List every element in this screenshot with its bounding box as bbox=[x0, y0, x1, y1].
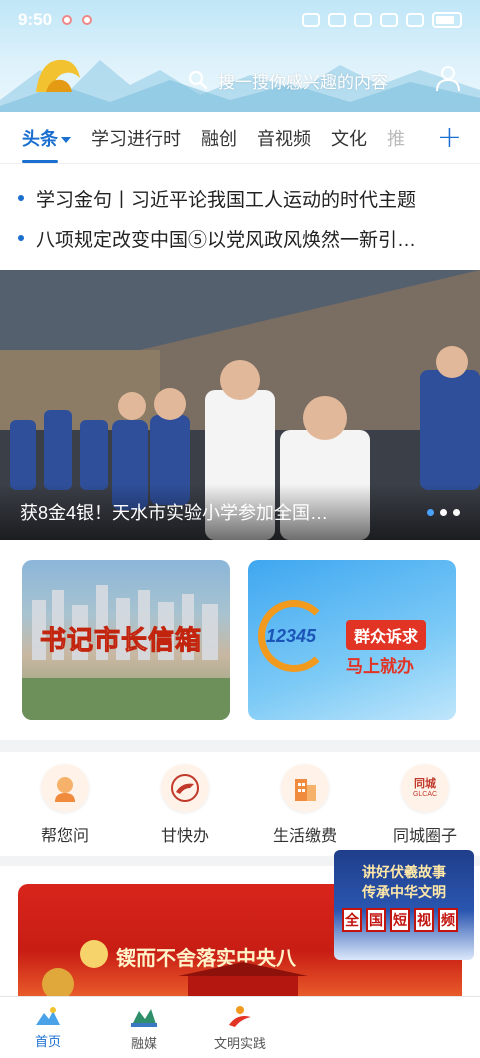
nav-label: 融媒 bbox=[130, 1036, 157, 1051]
tab-label: 头条 bbox=[22, 128, 58, 149]
bullet-icon bbox=[18, 195, 24, 201]
status-bar: 9:50 bbox=[0, 0, 480, 40]
banner-caption: 获8金4银！天水市实验小学参加全国… bbox=[20, 503, 329, 523]
city-circle-badge: 同城 bbox=[414, 777, 436, 790]
nav-label: 文明实践 bbox=[213, 1036, 266, 1051]
float-ad-box: 国 bbox=[366, 908, 386, 932]
card-title: 书记市长信箱 bbox=[39, 625, 203, 656]
hotline-subtitle: 马上就办 bbox=[346, 657, 414, 676]
hotline-pill: 群众诉求 bbox=[346, 620, 427, 650]
quick-item-label: 同城圈子 bbox=[392, 828, 457, 845]
city-circle-badge-sub: GLCAC bbox=[412, 790, 438, 798]
service-cards: 书记市长信箱 12345 群众诉求 马上就办 bbox=[0, 540, 480, 740]
add-channel-icon[interactable]: + bbox=[437, 120, 462, 156]
tab-audio-video[interactable]: 音视频 bbox=[257, 125, 311, 151]
headline-text: 学习金句丨习近平论我国工人运动的时代主题 bbox=[36, 189, 417, 211]
floating-ad[interactable]: 讲好伏羲故事 传承中华文明 全 国 短 视 频 bbox=[334, 850, 474, 960]
notification-icon bbox=[62, 15, 73, 25]
headline-list: 学习金句丨习近平论我国工人运动的时代主题 八项规定改变中国⑤以党风政风焕然一新引… bbox=[0, 164, 480, 270]
user-profile-icon[interactable] bbox=[434, 64, 462, 92]
headline-item[interactable]: 八项规定改变中国⑤以党风政风焕然一新引… bbox=[18, 218, 480, 258]
signal-icon bbox=[406, 13, 424, 27]
nav-label: 首页 bbox=[34, 1034, 61, 1049]
quick-item-label: 帮您问 bbox=[40, 828, 89, 845]
nav-media[interactable]: 融媒 bbox=[96, 997, 192, 1058]
tab-culture[interactable]: 文化 bbox=[331, 125, 367, 151]
tab-study[interactable]: 学习进行时 bbox=[91, 125, 181, 151]
quick-item-gan-kuaiban[interactable]: 甘快办 bbox=[130, 752, 240, 856]
quick-item-label: 生活缴费 bbox=[272, 828, 337, 845]
quick-item-label: 甘快办 bbox=[160, 828, 209, 845]
float-ad-box: 全 bbox=[342, 908, 362, 932]
app-header: 9:50 搜一搜你感兴趣的内容 bbox=[0, 0, 480, 112]
float-ad-box: 短 bbox=[390, 908, 410, 932]
float-ad-boxes: 全 国 短 视 频 bbox=[342, 908, 458, 932]
eye-icon bbox=[302, 13, 320, 27]
pager-dot bbox=[440, 508, 447, 516]
civilization-practice-icon bbox=[229, 1006, 251, 1027]
float-ad-line1: 讲好伏羲故事 bbox=[362, 864, 446, 880]
search-bar[interactable]: 搜一搜你感兴趣的内容 bbox=[188, 62, 418, 98]
bullet-icon bbox=[18, 235, 24, 241]
mayor-mailbox-card[interactable]: 书记市长信箱 bbox=[22, 560, 230, 720]
hotline-number: 12345 bbox=[266, 626, 317, 646]
status-time: 9:50 bbox=[18, 10, 53, 29]
bottom-navigation: 首页 融媒 文明实践 bbox=[0, 996, 480, 1058]
status-icons bbox=[302, 12, 462, 28]
quick-item-help-ask[interactable]: 帮您问 bbox=[10, 752, 120, 856]
float-ad-box: 视 bbox=[414, 908, 434, 932]
horse-icon bbox=[161, 764, 209, 812]
headline-item[interactable]: 学习金句丨习近平论我国工人运动的时代主题 bbox=[18, 178, 480, 218]
chevron-down-icon bbox=[61, 136, 71, 143]
app-logo-icon[interactable] bbox=[32, 52, 84, 100]
tab-more-partial[interactable]: 推 bbox=[387, 125, 405, 151]
pager-dot bbox=[453, 508, 460, 516]
nav-civilization[interactable]: 文明实践 bbox=[192, 997, 288, 1058]
wifi-icon bbox=[380, 13, 398, 27]
quick-item-bill-pay[interactable]: 生活缴费 bbox=[250, 752, 360, 856]
channel-tabs: 头条 学习进行时 融创 音视频 文化 推 + bbox=[0, 112, 480, 164]
tab-rongchuang[interactable]: 融创 bbox=[201, 125, 237, 151]
float-ad-line2: 传承中华文明 bbox=[362, 884, 446, 900]
search-icon bbox=[188, 70, 208, 90]
battery-icon bbox=[432, 12, 462, 28]
building-icon bbox=[281, 764, 329, 812]
home-mountain-icon bbox=[36, 1007, 60, 1025]
notification-icon bbox=[82, 15, 93, 25]
alarm-icon bbox=[328, 13, 346, 27]
nav-home[interactable]: 首页 bbox=[0, 997, 96, 1058]
media-mountain-icon bbox=[131, 1009, 157, 1027]
featured-banner[interactable]: 获8金4银！天水市实验小学参加全国… bbox=[0, 270, 480, 540]
headline-text: 八项规定改变中国⑤以党风政风焕然一新引… bbox=[36, 229, 417, 251]
quick-services: 帮您问 甘快办 生活缴费 同城 GLCAC 同城圈子 bbox=[0, 752, 480, 856]
tab-headlines[interactable]: 头条 bbox=[22, 125, 71, 163]
float-ad-box: 频 bbox=[438, 908, 458, 932]
carousel-pager bbox=[427, 508, 460, 516]
pager-dot-active bbox=[427, 508, 434, 516]
hotline-12345-card[interactable]: 12345 群众诉求 马上就办 bbox=[248, 560, 456, 720]
quick-item-city-circle[interactable]: 同城 GLCAC 同城圈子 bbox=[370, 752, 480, 856]
search-placeholder: 搜一搜你感兴趣的内容 bbox=[218, 72, 388, 92]
gate-tower-image bbox=[42, 962, 308, 996]
city-circle-icon: 同城 GLCAC bbox=[401, 764, 449, 812]
banner-caption-bar: 获8金4银！天水市实验小学参加全国… bbox=[0, 484, 480, 540]
person-icon bbox=[41, 764, 89, 812]
vibrate-icon bbox=[354, 13, 372, 27]
